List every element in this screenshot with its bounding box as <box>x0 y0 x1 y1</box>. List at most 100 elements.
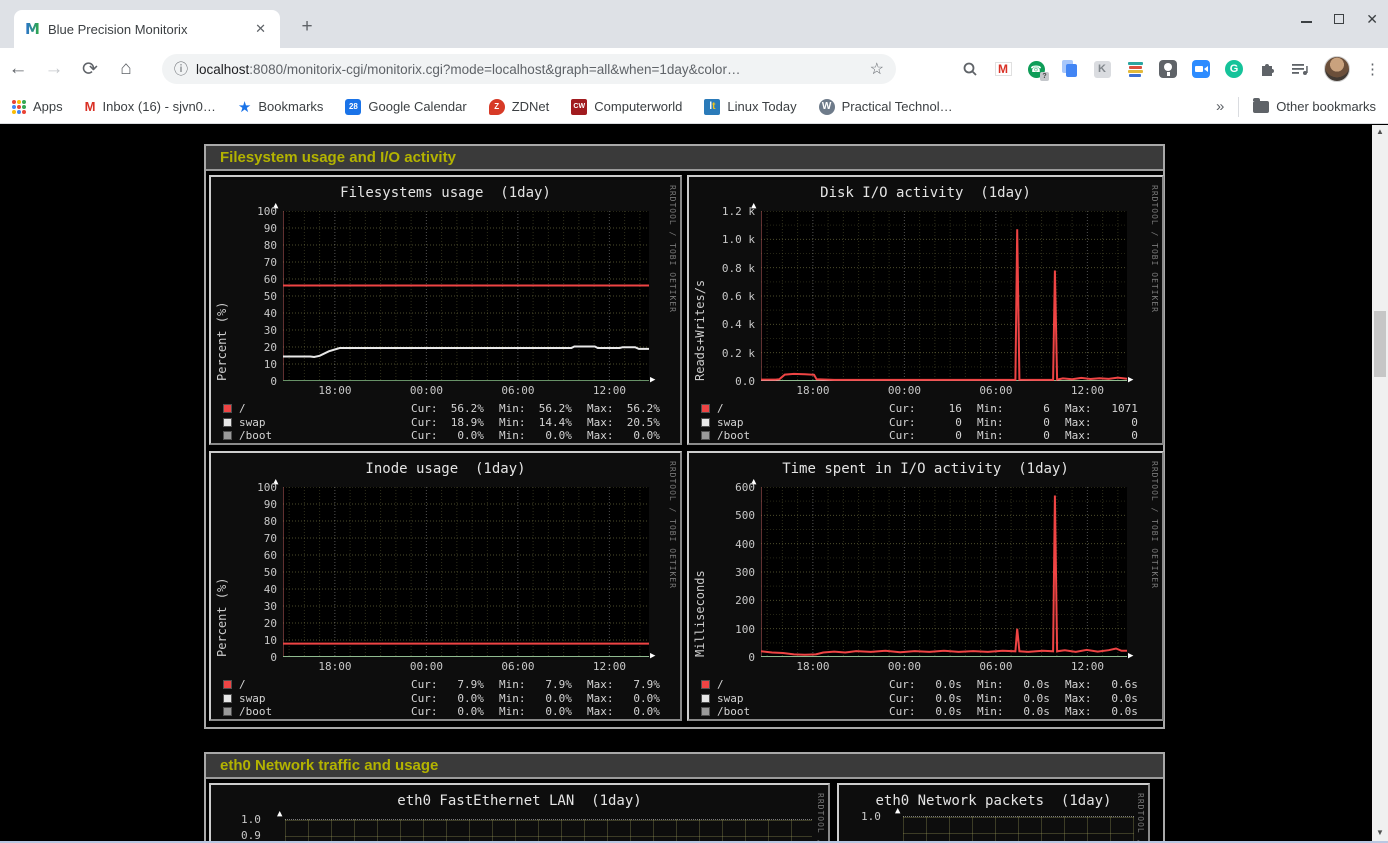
wordpress-icon: W <box>819 99 835 115</box>
legend-color-swatch <box>223 404 232 413</box>
legend-color-swatch <box>701 707 710 716</box>
extensions-puzzle-icon[interactable] <box>1258 60 1276 78</box>
vertical-scrollbar[interactable]: ▲ ▼ <box>1372 125 1388 843</box>
copy-extension-icon[interactable] <box>1060 60 1078 78</box>
legend-row: /Cur: 56.2%Min: 56.2%Max: 56.2% <box>223 402 674 416</box>
graph-inode-usage[interactable]: Inode usage (1day)Percent (%)RRDTOOL / T… <box>209 451 682 721</box>
profile-avatar[interactable] <box>1324 56 1350 82</box>
apps-grid-icon <box>12 100 26 114</box>
y-tick-label: 100 <box>211 481 277 494</box>
rrdtool-watermark: RRDTOOL / TOBI OETIKER <box>1136 793 1145 843</box>
forward-icon[interactable]: → <box>36 58 72 80</box>
plot-area <box>761 487 1127 657</box>
bookmark-linux-today[interactable]: lt Linux Today <box>704 99 796 115</box>
plot-area <box>283 211 649 381</box>
legend-stat-cur: Cur: 0.0% <box>411 692 499 705</box>
gmail-extension-icon[interactable]: M <box>994 60 1012 78</box>
maximize-button[interactable] <box>1334 14 1344 24</box>
back-icon[interactable]: ← <box>0 58 36 80</box>
y-tick-label: 70 <box>211 532 277 545</box>
legend-color-swatch <box>223 418 232 427</box>
x-tick-label: 00:00 <box>880 660 928 673</box>
divider <box>1238 97 1239 117</box>
y-tick-label: 1.0 <box>861 810 881 823</box>
search-extension-icon[interactable] <box>961 60 979 78</box>
legend-series-name: / <box>239 678 411 691</box>
lamp-extension-icon[interactable] <box>1159 60 1177 78</box>
bookmarks-overflow-chevron[interactable]: » <box>1216 98 1224 115</box>
site-info-icon[interactable]: ⓘ <box>174 59 188 79</box>
legend-stat-cur: Cur: 0.0s <box>889 705 977 718</box>
legend-stat-max: Max: 56.2% <box>587 402 675 415</box>
plot-grid <box>903 816 1134 843</box>
scroll-down-icon[interactable]: ▼ <box>1372 826 1388 840</box>
section-header: Filesystem usage and I/O activity <box>206 146 1163 171</box>
grammarly-extension-icon[interactable]: G <box>1225 60 1243 78</box>
x-tick-label: 18:00 <box>311 660 359 673</box>
legend-stat-min: Min: 0 <box>977 429 1065 442</box>
chart-legend: /Cur: 56.2%Min: 56.2%Max: 56.2%swapCur: … <box>223 402 674 443</box>
calendar-icon: 28 <box>345 99 361 115</box>
voice-extension-icon[interactable]: ☎ ? <box>1027 60 1045 78</box>
chart-legend: /Cur: 0.0sMin: 0.0sMax: 0.6sswapCur: 0.0… <box>701 678 1156 719</box>
graph-disk-io[interactable]: Disk I/O activity (1day)Reads+Writes/sRR… <box>687 175 1164 445</box>
legend-row: /bootCur: 0.0%Min: 0.0%Max: 0.0% <box>223 429 674 443</box>
bookmark-computerworld[interactable]: CW Computerworld <box>571 99 682 115</box>
legend-stat-cur: Cur: 0 <box>889 416 977 429</box>
legend-series-name: swap <box>239 692 411 705</box>
legend-stat-min: Min: 0.0% <box>499 692 587 705</box>
chart-title: eth0 Network packets (1day) <box>839 793 1148 809</box>
legend-stat-cur: Cur: 18.9% <box>411 416 499 429</box>
legend-stat-min: Min: 6 <box>977 402 1065 415</box>
x-tick-label: 18:00 <box>789 384 837 397</box>
address-bar[interactable]: ⓘ localhost:8080/monitorix-cgi/monitorix… <box>162 54 896 84</box>
window-close-button[interactable]: ✕ <box>1366 14 1378 24</box>
y-tick-label: 80 <box>211 239 277 252</box>
bookmark-practical-technology[interactable]: W Practical Technol… <box>819 99 953 115</box>
graph-io-time[interactable]: Time spent in I/O activity (1day)Millise… <box>687 451 1164 721</box>
legend-stat-cur: Cur: 0.0% <box>411 429 499 442</box>
menu-dots-icon[interactable]: ⋮ <box>1365 60 1380 78</box>
bookmark-star-icon[interactable]: ☆ <box>870 59 884 79</box>
bookmark-inbox[interactable]: M Inbox (16) - sjvn0… <box>85 99 216 114</box>
bookmark-apps[interactable]: Apps <box>12 99 63 114</box>
legend-stat-min: Min: 0.0% <box>499 705 587 718</box>
legend-series-name: /boot <box>239 705 411 718</box>
star-icon: ★ <box>238 98 251 116</box>
zoom-extension-icon[interactable] <box>1192 60 1210 78</box>
legend-color-swatch <box>223 431 232 440</box>
legend-row: /Cur: 0.0sMin: 0.0sMax: 0.6s <box>701 678 1156 692</box>
scroll-up-icon[interactable]: ▲ <box>1372 125 1388 139</box>
bookmark-bookmarks[interactable]: ★ Bookmarks <box>238 98 323 116</box>
bookmark-zdnet[interactable]: Z ZDNet <box>489 99 550 115</box>
y-tick-label: 0.4 k <box>689 318 755 331</box>
other-bookmarks-button[interactable]: Other bookmarks <box>1253 99 1376 114</box>
graph-filesystems-usage[interactable]: Filesystems usage (1day)Percent (%)RRDTO… <box>209 175 682 445</box>
legend-row: /bootCur: 0.0%Min: 0.0%Max: 0.0% <box>223 705 674 719</box>
tab-title: Blue Precision Monitorix <box>48 22 251 37</box>
legend-stat-cur: Cur: 16 <box>889 402 977 415</box>
legend-stat-min: Min: 0.0s <box>977 678 1065 691</box>
k-extension-icon[interactable]: K <box>1093 60 1111 78</box>
bookmark-google-calendar[interactable]: 28 Google Calendar <box>345 99 466 115</box>
minimize-button[interactable] <box>1301 15 1312 23</box>
legend-stat-cur: Cur: 7.9% <box>411 678 499 691</box>
legend-stat-max: Max: 20.5% <box>587 416 675 429</box>
url-text[interactable]: localhost:8080/monitorix-cgi/monitorix.c… <box>196 62 862 77</box>
playlist-icon[interactable] <box>1291 60 1309 78</box>
books-extension-icon[interactable] <box>1126 60 1144 78</box>
graph-eth0-lan[interactable]: eth0 FastEthernet LAN (1day) ▲ 1.0 0.9 R… <box>209 783 830 843</box>
tab-close-icon[interactable]: ✕ <box>251 19 270 39</box>
new-tab-button[interactable]: + <box>294 16 320 38</box>
home-icon[interactable]: ⌂ <box>108 58 144 80</box>
section-network: eth0 Network traffic and usage eth0 Fast… <box>204 752 1165 843</box>
y-tick-label: 0 <box>689 651 755 664</box>
scrollbar-thumb[interactable] <box>1374 311 1386 377</box>
reload-icon[interactable]: ⟳ <box>72 58 108 81</box>
legend-stat-max: Max: 0.6s <box>1065 678 1153 691</box>
legend-series-name: /boot <box>717 705 889 718</box>
browser-tab[interactable]: M Blue Precision Monitorix ✕ <box>14 10 280 48</box>
y-tick-label: 90 <box>211 222 277 235</box>
graph-eth0-packets[interactable]: eth0 Network packets (1day) ▲ 1.0 s/s RR… <box>837 783 1150 843</box>
chart-title: eth0 FastEthernet LAN (1day) <box>211 793 828 809</box>
